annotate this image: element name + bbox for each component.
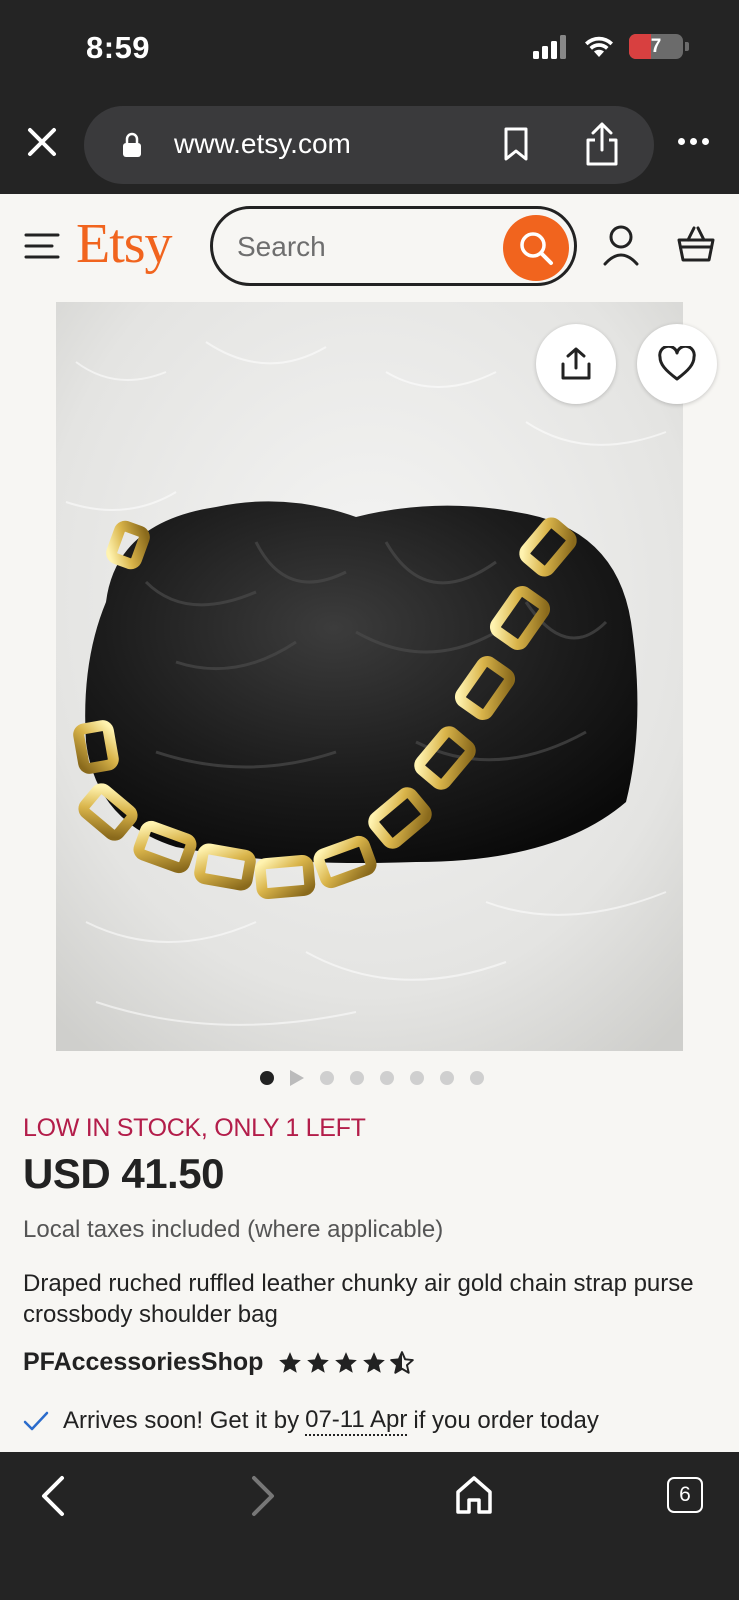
delivery-suffix: if you order today: [413, 1407, 599, 1434]
carousel-dot[interactable]: [439, 1071, 454, 1085]
site-header: Etsy Search: [0, 194, 739, 302]
close-icon[interactable]: [22, 122, 62, 162]
carousel-dot[interactable]: [469, 1071, 484, 1085]
favorite-button[interactable]: [637, 324, 717, 404]
carousel-dot[interactable]: [349, 1071, 364, 1085]
status-time: 8:59: [86, 30, 151, 65]
shop-name[interactable]: PFAccessoriesShop: [23, 1348, 263, 1377]
signal-icon: [533, 34, 566, 59]
check-icon: [23, 1411, 49, 1431]
delivery-estimate: Arrives soon! Get it by 07-11 Apr if you…: [23, 1406, 599, 1436]
share-image-button[interactable]: [536, 324, 616, 404]
search-icon: [520, 232, 553, 265]
battery-icon: 7: [629, 34, 683, 59]
image-carousel-indicator: [0, 1070, 739, 1086]
menu-icon[interactable]: [24, 232, 60, 260]
etsy-logo[interactable]: Etsy: [76, 212, 173, 276]
bookmark-icon[interactable]: [502, 126, 530, 162]
video-indicator-icon[interactable]: [289, 1070, 304, 1086]
browser-url-bar: www.etsy.com: [0, 96, 739, 194]
delivery-date[interactable]: 07-11 Apr: [305, 1406, 408, 1436]
url-text: www.etsy.com: [174, 128, 351, 159]
shop-row[interactable]: PFAccessoriesShop: [23, 1348, 415, 1377]
more-options-icon[interactable]: [678, 138, 709, 145]
star-icon: [307, 1351, 330, 1373]
rating-stars: [277, 1350, 415, 1376]
product-price: USD 41.50: [23, 1150, 224, 1197]
heart-icon: [658, 346, 696, 381]
search-button[interactable]: [503, 215, 569, 281]
product-photo: [56, 302, 683, 1051]
address-field[interactable]: www.etsy.com: [84, 106, 654, 184]
carousel-dot[interactable]: [259, 1071, 274, 1085]
delivery-prefix: Arrives soon! Get it by: [63, 1407, 300, 1434]
star-icon: [363, 1351, 386, 1373]
lock-icon: [123, 132, 141, 157]
battery-tip: [685, 42, 689, 51]
tabs-button[interactable]: 6: [667, 1477, 703, 1513]
stock-notice: LOW IN STOCK, ONLY 1 LEFT: [23, 1114, 366, 1142]
home-icon[interactable]: [454, 1474, 494, 1516]
back-icon[interactable]: [36, 1474, 70, 1518]
account-icon[interactable]: [602, 224, 640, 266]
carousel-dot[interactable]: [379, 1071, 394, 1085]
tax-note: Local taxes included (where applicable): [23, 1216, 444, 1243]
carousel-dot[interactable]: [409, 1071, 424, 1085]
forward-icon[interactable]: [246, 1474, 280, 1518]
browser-toolbar: 6: [0, 1452, 739, 1600]
product-title: Draped ruched ruffled leather chunky air…: [23, 1270, 694, 1328]
share-icon[interactable]: [582, 120, 622, 168]
search-input[interactable]: Search: [210, 206, 577, 286]
battery-level: 7: [650, 35, 662, 57]
status-icons: 7: [533, 34, 689, 59]
search-placeholder: Search: [237, 231, 326, 262]
status-bar: 8:59 7: [0, 0, 739, 96]
product-image[interactable]: [56, 302, 683, 1051]
star-icon: [279, 1351, 302, 1373]
share-icon: [561, 347, 591, 380]
cart-icon[interactable]: [676, 224, 716, 264]
carousel-dot[interactable]: [319, 1071, 334, 1085]
half-star-icon: [390, 1350, 415, 1374]
star-icon: [335, 1351, 358, 1373]
wifi-icon: [585, 36, 613, 57]
